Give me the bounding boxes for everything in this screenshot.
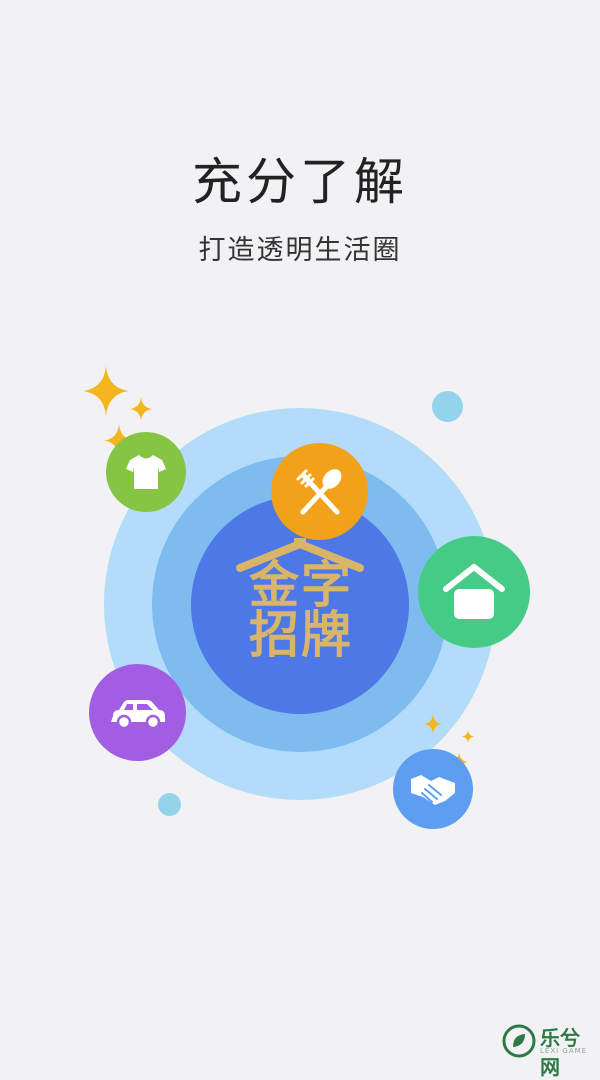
decor-dot-bottom-left (158, 793, 181, 816)
sparkle-icon (130, 397, 152, 421)
handshake-icon (411, 775, 455, 805)
watermark-subtext: LEXI GAME (540, 1047, 588, 1055)
logo-line1: 金字 (249, 556, 353, 614)
car-icon (110, 699, 165, 728)
sparkle-icon (462, 730, 474, 743)
sparkle-icon (83, 366, 129, 416)
house-icon (443, 564, 505, 619)
category-housing[interactable] (418, 536, 530, 648)
fork-spoon-icon (296, 468, 341, 514)
category-clothing[interactable] (106, 432, 186, 512)
brand-logo: 金字 招牌 (236, 560, 366, 660)
shirt-icon (126, 455, 166, 489)
decor-dot-top-right (432, 391, 463, 422)
category-car[interactable] (89, 664, 186, 761)
sparkle-icon (424, 714, 442, 734)
page-subtitle: 打造透明生活圈 (198, 235, 402, 266)
category-food[interactable] (271, 443, 368, 540)
category-services[interactable] (393, 749, 473, 829)
watermark: 乐兮网 LEXI GAME (502, 1022, 597, 1079)
page-title: 充分了解 (192, 153, 408, 211)
leaf-logo-icon (502, 1024, 536, 1058)
logo-line2: 招牌 (249, 606, 353, 664)
